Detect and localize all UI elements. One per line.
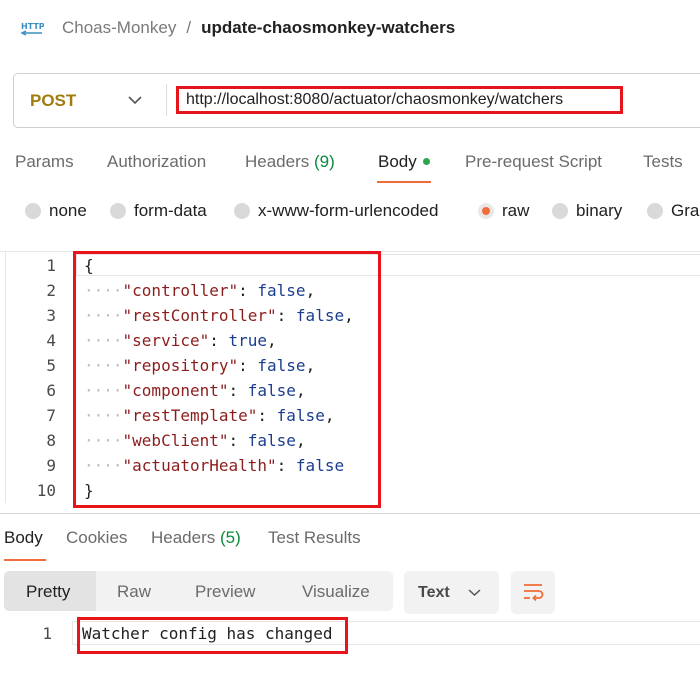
line-number: 8: [46, 431, 56, 450]
line-number: 9: [46, 456, 56, 475]
view-raw-button[interactable]: Raw: [117, 582, 151, 602]
radio-x-www-form-urlencoded[interactable]: x-www-form-urlencoded: [234, 201, 438, 221]
radio-selected-dot-icon: [478, 203, 494, 219]
view-preview-button[interactable]: Preview: [195, 582, 255, 602]
radio-dot-icon: [234, 203, 250, 219]
json-body-highlight-box: [73, 251, 381, 508]
response-headers-count: (5): [220, 528, 241, 547]
active-response-tab-underline: [4, 559, 46, 561]
response-line-number: 1: [42, 624, 52, 643]
line-number: 4: [46, 331, 56, 350]
line-number: 2: [46, 281, 56, 300]
response-tab-headers[interactable]: Headers (5): [151, 528, 241, 548]
tab-headers[interactable]: Headers (9): [245, 152, 335, 172]
radio-dot-icon: [647, 203, 663, 219]
radio-form-data[interactable]: form-data: [110, 201, 207, 221]
radio-dot-icon: [552, 203, 568, 219]
response-highlight-box: [77, 617, 348, 654]
chevron-down-icon: [468, 589, 481, 597]
breadcrumb-collection[interactable]: Choas-Monkey: [62, 18, 176, 37]
wrap-lines-icon: [524, 584, 544, 602]
radio-dot-icon: [110, 203, 126, 219]
radio-dot-icon: [25, 203, 41, 219]
tab-pre-request-script[interactable]: Pre-request Script: [465, 152, 602, 172]
radio-graphql[interactable]: Gra: [647, 201, 699, 221]
view-pretty-button[interactable]: Pretty: [26, 582, 70, 602]
response-tab-body[interactable]: Body: [4, 528, 43, 548]
line-number: 6: [46, 381, 56, 400]
chevron-down-icon[interactable]: [128, 95, 142, 105]
url-input[interactable]: http://localhost:8080/actuator/chaosmonk…: [176, 86, 623, 114]
body-modified-dot-icon: [422, 158, 430, 165]
method-select[interactable]: POST: [30, 91, 76, 111]
request-response-divider[interactable]: [0, 513, 700, 514]
view-visualize-button[interactable]: Visualize: [302, 582, 370, 602]
radio-none[interactable]: none: [25, 201, 87, 221]
tab-params[interactable]: Params: [15, 152, 74, 172]
response-tab-cookies[interactable]: Cookies: [66, 528, 127, 548]
line-number: 5: [46, 356, 56, 375]
line-number: 10: [36, 481, 56, 500]
tab-body[interactable]: Body: [378, 152, 430, 172]
line-number: 3: [46, 306, 56, 325]
http-request-icon: HTTP: [20, 22, 44, 36]
format-select-label: Text: [418, 584, 450, 601]
tab-tests[interactable]: Tests: [643, 152, 683, 172]
response-tab-test-results[interactable]: Test Results: [268, 528, 361, 548]
headers-count: (9): [314, 152, 335, 171]
url-divider: [166, 84, 167, 116]
radio-raw[interactable]: raw: [478, 201, 529, 221]
svg-text:HTTP: HTTP: [21, 22, 44, 31]
line-number: 7: [46, 406, 56, 425]
breadcrumb-request-name[interactable]: update-chaosmonkey-watchers: [201, 18, 455, 37]
line-number: 1: [46, 256, 56, 275]
breadcrumb-separator: /: [186, 18, 192, 37]
editor-left-border: [5, 251, 6, 503]
tab-authorization[interactable]: Authorization: [107, 152, 206, 172]
radio-binary[interactable]: binary: [552, 201, 622, 221]
breadcrumb: Choas-Monkey / update-chaosmonkey-watchers: [62, 18, 455, 38]
active-tab-underline: [377, 181, 431, 183]
